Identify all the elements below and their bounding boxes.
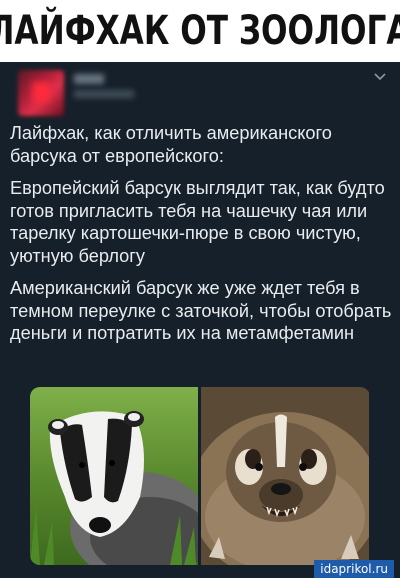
banner: ЛАЙФХАК ОТ ЗООЛОГА bbox=[0, 0, 400, 62]
blurred-display-name bbox=[74, 74, 104, 84]
tweet-text: Лайфхак, как отличить американского барс… bbox=[10, 122, 392, 355]
tweet-paragraph: Европейский барсук выглядит так, как буд… bbox=[10, 178, 385, 266]
banner-title: ЛАЙФХАК ОТ ЗООЛОГА bbox=[0, 8, 400, 54]
american-badger-photo[interactable] bbox=[201, 387, 369, 565]
watermark: idaprikol.ru bbox=[314, 560, 394, 578]
tweet-photos[interactable] bbox=[30, 387, 370, 565]
european-badger-photo[interactable] bbox=[30, 387, 198, 565]
tweet-header bbox=[0, 62, 400, 116]
tweet-paragraph: Лайфхак, как отличить американского барс… bbox=[10, 123, 332, 166]
tweet-paragraph: Американский барсук же уже ждет тебя в т… bbox=[10, 278, 392, 343]
avatar[interactable] bbox=[18, 70, 64, 116]
chevron-down-icon[interactable] bbox=[372, 68, 388, 84]
tweet-card: Лайфхак, как отличить американского барс… bbox=[0, 62, 400, 578]
blurred-handle bbox=[74, 90, 134, 98]
